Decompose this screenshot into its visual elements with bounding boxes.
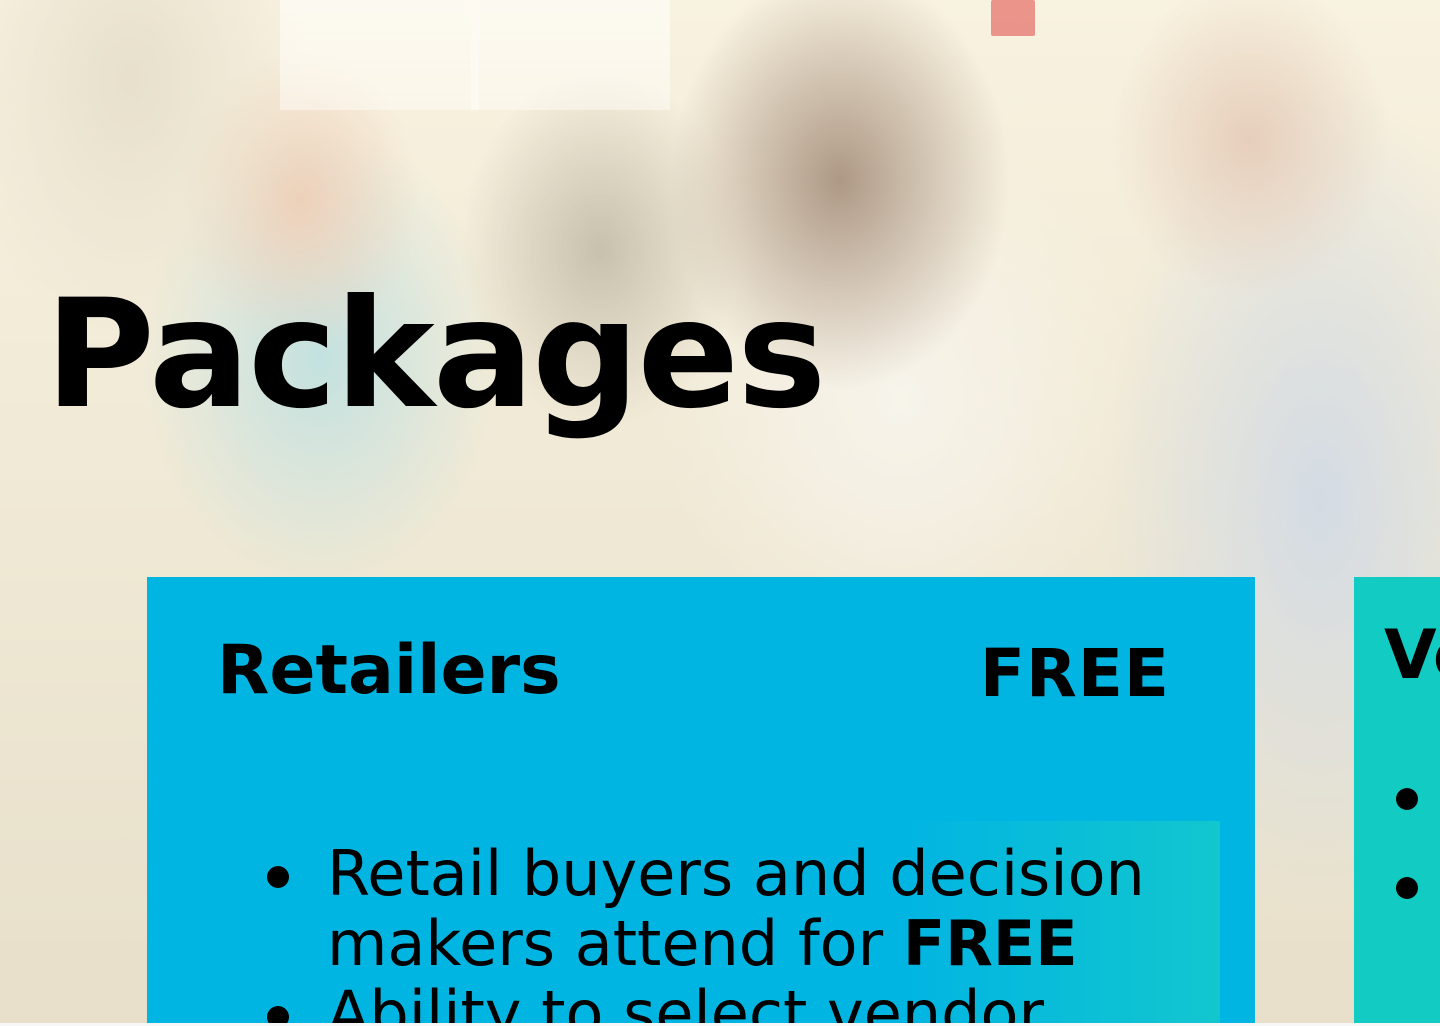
bullet-icon	[267, 866, 289, 888]
retailers-feature-list: Retail buyers and decision makers attend…	[267, 839, 1177, 1026]
feature-item: Ability to select vendor	[267, 977, 1177, 1026]
retailers-package-card: Retailers FREE Retail buyers and decisio…	[147, 577, 1255, 1026]
bullet-icon	[1396, 788, 1418, 810]
page-title: Packages	[45, 268, 826, 442]
feature-text: Ability to select vendor	[327, 977, 1044, 1026]
feature-item: Retail buyers and decision makers attend…	[267, 839, 1177, 980]
vendors-card-title: Ve	[1384, 616, 1440, 695]
vendors-package-card: Ve	[1354, 577, 1440, 1026]
retailers-card-price: FREE	[979, 635, 1170, 712]
retailers-card-title: Retailers	[217, 631, 561, 710]
feature-emphasis: FREE	[902, 907, 1078, 980]
bullet-icon	[1396, 877, 1418, 899]
packages-page: Packages Retailers FREE Retail buyers an…	[0, 0, 1440, 1026]
